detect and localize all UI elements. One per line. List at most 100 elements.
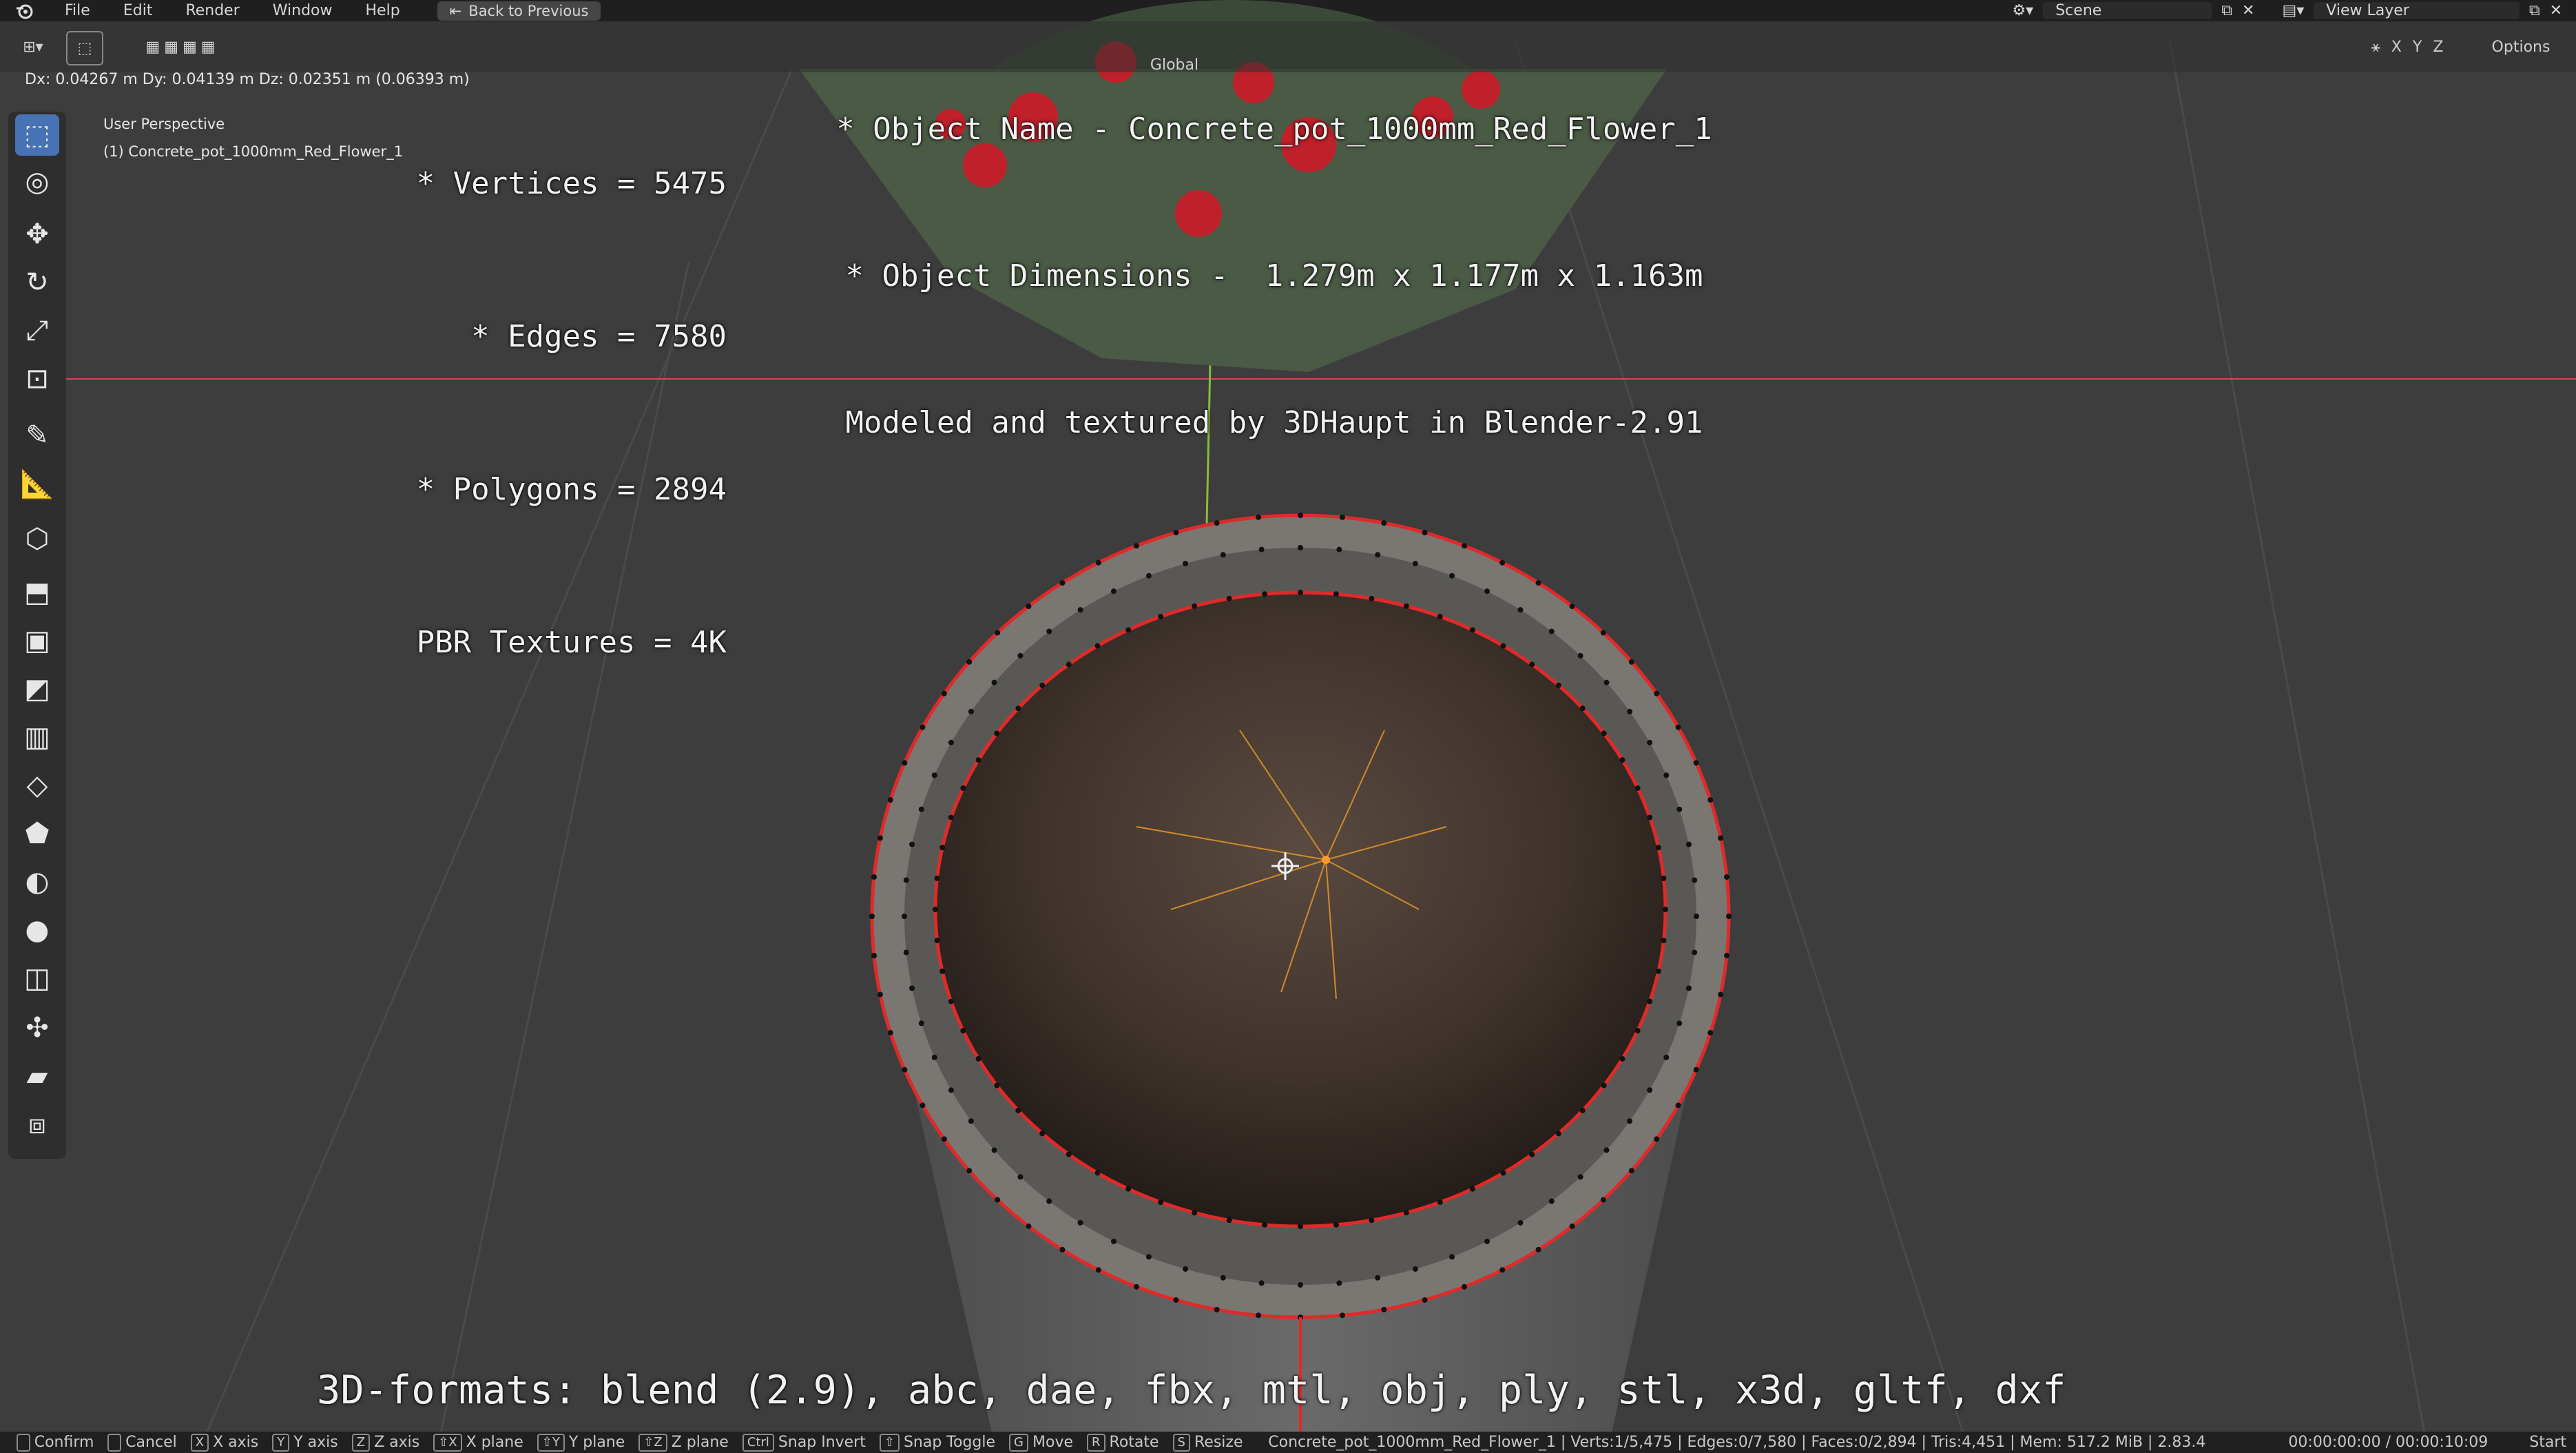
shear-tool-icon[interactable]: ▰ <box>15 1055 59 1097</box>
mesh-vertex <box>1192 603 1198 609</box>
mesh-vertex <box>1535 580 1541 586</box>
extrude-tool-icon[interactable]: ⬒ <box>15 572 59 613</box>
mesh-vertex <box>1579 705 1586 712</box>
smooth-tool-icon[interactable]: ● <box>15 909 59 951</box>
mesh-vertex <box>939 968 946 974</box>
mesh-vertex <box>1693 760 1699 766</box>
mesh-vertex <box>1298 545 1303 550</box>
mesh-vertex <box>1707 797 1714 803</box>
mesh-vertex <box>975 757 981 763</box>
mesh-vertex <box>1500 1170 1506 1176</box>
mesh-vertex <box>918 1020 924 1027</box>
mesh-vertex <box>1685 985 1692 991</box>
mesh-vertex <box>1333 591 1339 597</box>
mesh-vertex <box>887 797 893 803</box>
mesh-vertex <box>1262 591 1268 597</box>
status-hint: Ctrl Snap Invert <box>736 1433 866 1452</box>
mesh-vertex <box>1469 627 1475 633</box>
mesh-vertex <box>1298 590 1303 595</box>
transform-tool-icon[interactable]: ⊡ <box>15 358 59 400</box>
mesh-vertex <box>909 985 915 991</box>
select-box-icon[interactable]: ⬚ <box>66 31 103 65</box>
rip-region-tool-icon[interactable]: ⧈ <box>15 1104 59 1145</box>
mesh-vertex <box>1647 739 1653 745</box>
scale-tool-icon[interactable]: ⤢ <box>15 310 59 351</box>
mesh-vertex <box>1059 580 1066 586</box>
mesh-vertex <box>1403 1210 1409 1216</box>
mesh-vertex <box>1422 530 1428 536</box>
mesh-vertex <box>941 1136 947 1142</box>
inset-tool-icon[interactable]: ▣ <box>15 620 59 661</box>
mesh-vertex <box>903 949 909 956</box>
loop-cut-tool-icon[interactable]: ▥ <box>15 717 59 758</box>
mesh-vertex <box>887 1029 893 1035</box>
measure-tool-icon[interactable]: 📐 <box>15 463 59 504</box>
key-hint-icon: ⇧Z <box>638 1433 667 1452</box>
status-hint-label: Z plane <box>671 1434 729 1451</box>
key-hint-icon: R <box>1087 1433 1105 1452</box>
mesh-vertex <box>1517 607 1524 613</box>
mesh-vertex <box>1718 835 1724 841</box>
mesh-vertex <box>941 690 947 697</box>
mesh-vertex <box>1226 1217 1232 1224</box>
mesh-vertex <box>948 998 954 1004</box>
mesh-vertex <box>1603 1147 1610 1153</box>
mesh-vertex <box>1039 1131 1046 1137</box>
selection-mode-icons[interactable]: ▦▦▦▦ <box>117 31 248 63</box>
mesh-vertex <box>1026 604 1032 610</box>
mesh-vertex <box>1661 938 1667 944</box>
key-hint-icon: S <box>1172 1433 1190 1452</box>
mesh-vertex <box>1066 1151 1072 1157</box>
shrink-fatten-tool-icon[interactable]: ✣ <box>15 1007 59 1049</box>
axis-z-toggle[interactable]: Z <box>2433 39 2443 56</box>
mesh-vertex <box>1676 806 1683 812</box>
axis-y-toggle[interactable]: Y <box>2413 39 2422 56</box>
options-dropdown[interactable]: Options <box>2480 31 2562 63</box>
mesh-vertex <box>1173 1297 1179 1303</box>
mirror-icon: ⚹ <box>2371 38 2380 56</box>
cursor-tool-icon[interactable]: ◎ <box>15 161 59 203</box>
mesh-vertex <box>1647 998 1653 1004</box>
key-hint-icon: ⇧Y <box>537 1433 565 1452</box>
mesh-vertex <box>991 1147 997 1153</box>
mesh-vertex <box>1655 845 1661 851</box>
edge-slide-tool-icon[interactable]: ◫ <box>15 958 59 999</box>
poly-build-tool-icon[interactable]: ⬟ <box>15 813 59 854</box>
status-hint-label: Rotate <box>1109 1434 1159 1451</box>
mesh-vertex <box>994 1082 1000 1089</box>
mesh-vertex <box>1484 1238 1490 1244</box>
mesh-vertex <box>1192 1210 1198 1216</box>
bevel-tool-icon[interactable]: ◩ <box>15 668 59 710</box>
status-hint: R Rotate <box>1080 1433 1159 1452</box>
move-tool-icon[interactable]: ✥ <box>15 214 59 255</box>
mesh-vertex <box>960 785 966 791</box>
knife-tool-icon[interactable]: ◇ <box>15 765 59 806</box>
mesh-vertex <box>1220 1275 1226 1281</box>
mesh-vertex <box>1555 1131 1561 1137</box>
add-cube-tool-icon[interactable]: ⬡ <box>15 518 59 559</box>
select-box-tool-icon[interactable]: ⬚ <box>15 114 59 156</box>
mesh-vertex <box>948 1087 954 1093</box>
mesh-vertex <box>1133 543 1139 549</box>
status-hint: Confirm <box>10 1433 94 1452</box>
mesh-vertex <box>871 874 877 880</box>
mesh-vertex <box>1724 874 1730 880</box>
annotate-tool-icon[interactable]: ✎ <box>15 415 59 456</box>
status-hint: ⇧X X plane <box>426 1433 523 1452</box>
status-keymap-hints: Confirm Cancel X X axis Y Y axis Z Z axis ⇧X X p… <box>0 1433 1249 1452</box>
mesh-vertex <box>1647 1087 1653 1093</box>
axis-x-toggle[interactable]: X <box>2391 39 2402 56</box>
mirror-axes[interactable]: ⚹ X Y Z <box>2349 31 2466 63</box>
mesh-vertex <box>1017 1174 1024 1180</box>
selected-vertex[interactable] <box>1322 856 1330 864</box>
mesh-vertex <box>948 739 954 745</box>
rotate-tool-icon[interactable]: ↻ <box>15 262 59 303</box>
mesh-vertex <box>1220 552 1226 558</box>
status-hint: ⇧Y Y plane <box>530 1433 625 1452</box>
mesh-vertex <box>968 1118 974 1124</box>
mesh-vertex <box>1437 614 1443 620</box>
spin-tool-icon[interactable]: ◐ <box>15 861 59 903</box>
mesh-vertex <box>1600 1197 1606 1203</box>
mesh-vertex <box>1724 953 1730 959</box>
editor-type-icon[interactable]: ⊞▾ <box>14 31 52 63</box>
